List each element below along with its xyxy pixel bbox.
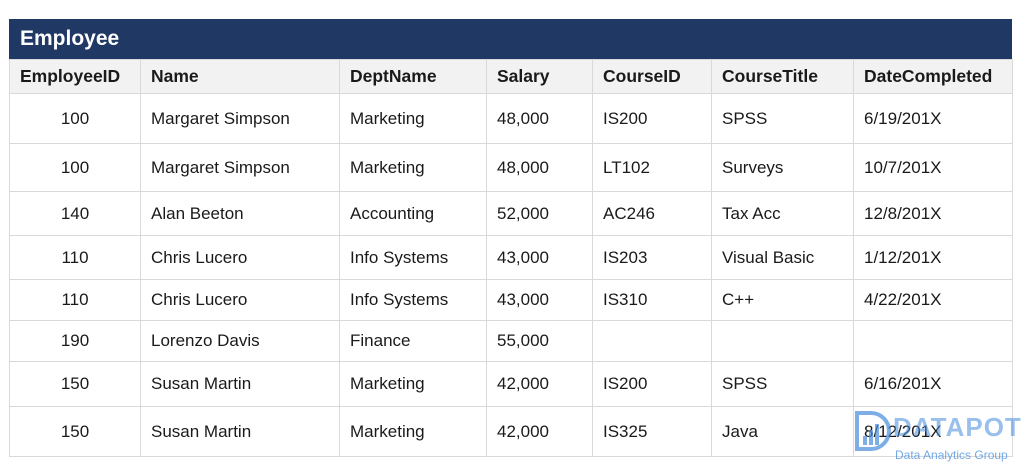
datapot-logo-icon [855,411,891,451]
employee-table-container: Employee EmployeeID Name DeptName Salary… [9,19,1013,457]
cell-deptname: Info Systems [339,279,487,321]
cell-coursetitle: Java [711,406,854,457]
watermark-brand: DATAPOT [893,412,1022,442]
cell-name: Margaret Simpson [140,93,340,144]
cell-name: Margaret Simpson [140,143,340,192]
cell-salary: 55,000 [486,320,593,362]
cell-deptname: Marketing [339,361,487,407]
cell-courseid [592,320,712,362]
employee-table: EmployeeID Name DeptName Salary CourseID… [9,59,1013,457]
cell-courseid: LT102 [592,143,712,192]
cell-coursetitle [711,320,854,362]
cell-datecompleted: 1/12/201X [853,235,1013,280]
datapot-watermark: DATAPOT Data Analytics Group [853,410,1023,466]
table-title: Employee [9,19,1012,59]
table-row: 100 Margaret Simpson Marketing 48,000 LT… [9,143,1013,192]
cell-datecompleted: 6/16/201X [853,361,1013,407]
cell-deptname: Marketing [339,93,487,144]
cell-name: Chris Lucero [140,235,340,280]
cell-employeeid: 150 [9,406,141,457]
column-header-coursetitle: CourseTitle [711,59,854,94]
watermark-tagline: Data Analytics Group [895,448,1008,462]
cell-salary: 42,000 [486,361,593,407]
cell-employeeid: 110 [9,235,141,280]
cell-courseid: IS203 [592,235,712,280]
table-row: 150 Susan Martin Marketing 42,000 IS200 … [9,361,1013,407]
cell-name: Chris Lucero [140,279,340,321]
column-header-employeeid: EmployeeID [9,59,141,94]
table-row: 100 Margaret Simpson Marketing 48,000 IS… [9,93,1013,144]
column-header-courseid: CourseID [592,59,712,94]
cell-deptname: Finance [339,320,487,362]
cell-salary: 48,000 [486,93,593,144]
column-header-row: EmployeeID Name DeptName Salary CourseID… [9,59,1013,94]
cell-employeeid: 100 [9,93,141,144]
cell-salary: 42,000 [486,406,593,457]
table-row: 110 Chris Lucero Info Systems 43,000 IS2… [9,235,1013,280]
cell-courseid: IS200 [592,93,712,144]
cell-name: Susan Martin [140,406,340,457]
cell-courseid: AC246 [592,191,712,236]
cell-name: Alan Beeton [140,191,340,236]
cell-coursetitle: SPSS [711,361,854,407]
cell-employeeid: 100 [9,143,141,192]
table-row: 110 Chris Lucero Info Systems 43,000 IS3… [9,279,1013,321]
cell-coursetitle: C++ [711,279,854,321]
cell-courseid: IS200 [592,361,712,407]
column-header-salary: Salary [486,59,593,94]
cell-salary: 43,000 [486,279,593,321]
cell-coursetitle: Tax Acc [711,191,854,236]
cell-datecompleted: 6/19/201X [853,93,1013,144]
cell-salary: 43,000 [486,235,593,280]
cell-salary: 52,000 [486,191,593,236]
column-header-datecompleted: DateCompleted [853,59,1013,94]
cell-datecompleted: 10/7/201X [853,143,1013,192]
cell-name: Lorenzo Davis [140,320,340,362]
column-header-name: Name [140,59,340,94]
cell-datecompleted: 4/22/201X [853,279,1013,321]
cell-deptname: Marketing [339,406,487,457]
cell-deptname: Accounting [339,191,487,236]
cell-datecompleted [853,320,1013,362]
cell-courseid: IS325 [592,406,712,457]
cell-employeeid: 140 [9,191,141,236]
cell-datecompleted: 12/8/201X [853,191,1013,236]
column-header-deptname: DeptName [339,59,487,94]
table-row: 140 Alan Beeton Accounting 52,000 AC246 … [9,191,1013,236]
cell-coursetitle: Surveys [711,143,854,192]
cell-employeeid: 110 [9,279,141,321]
cell-employeeid: 150 [9,361,141,407]
cell-coursetitle: SPSS [711,93,854,144]
table-row: 190 Lorenzo Davis Finance 55,000 [9,320,1013,362]
cell-courseid: IS310 [592,279,712,321]
cell-deptname: Marketing [339,143,487,192]
cell-name: Susan Martin [140,361,340,407]
cell-coursetitle: Visual Basic [711,235,854,280]
cell-salary: 48,000 [486,143,593,192]
cell-employeeid: 190 [9,320,141,362]
cell-deptname: Info Systems [339,235,487,280]
